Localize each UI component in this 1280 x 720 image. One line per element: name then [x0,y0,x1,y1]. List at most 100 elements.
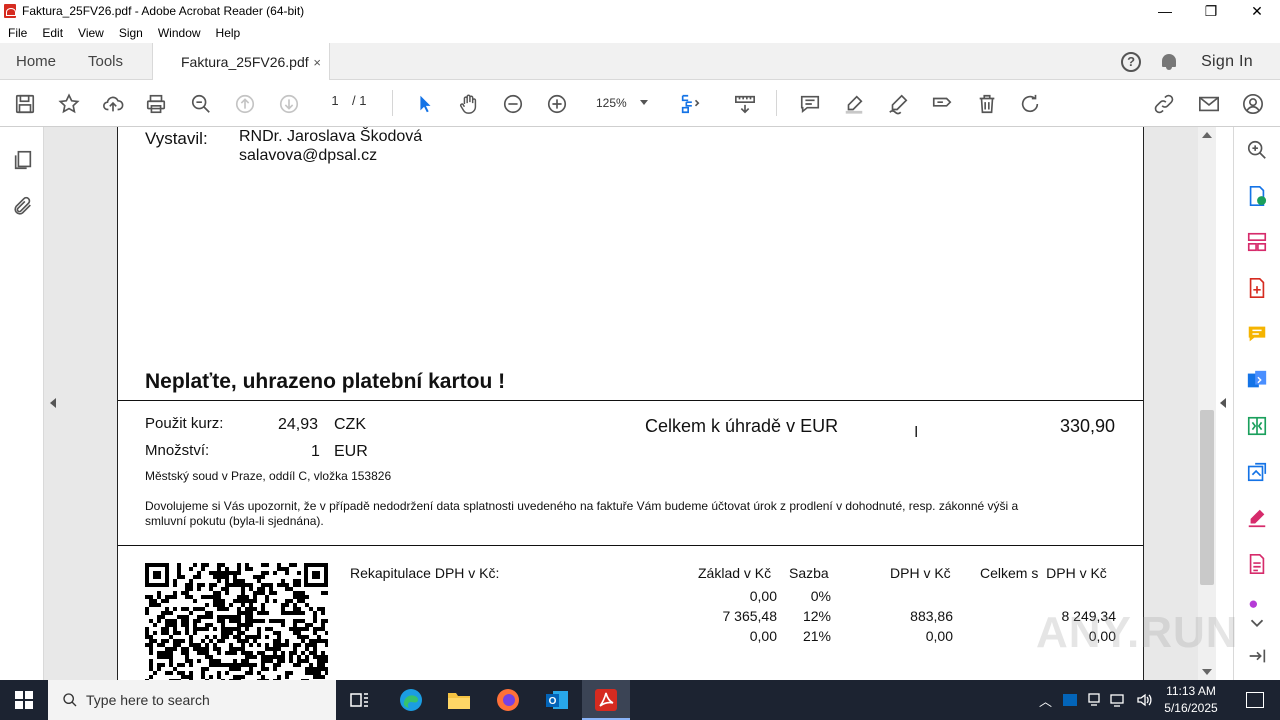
zoom-level-select[interactable]: 125% [590,92,656,114]
vat-row2-vat: 883,86 [910,608,953,624]
toolbar-divider [392,90,393,116]
vat-row2-base: 7 365,48 [722,608,778,624]
share-link-icon[interactable] [1152,92,1176,116]
device-tray-icon[interactable] [1086,692,1102,708]
vat-header-vat: DPH v Kč [890,565,951,581]
tab-document[interactable]: Faktura_25FV26.pdf × [152,43,330,81]
help-icon[interactable]: ? [1121,51,1142,72]
issuer-email: salavova@dpsal.cz [239,147,378,164]
page-number-input[interactable]: 1 [323,93,347,108]
close-window-button[interactable]: ✕ [1234,0,1280,22]
delete-trash-icon[interactable] [975,92,999,116]
file-explorer-icon[interactable] [435,680,483,720]
tab-document-label: Faktura_25FV26.pdf [181,54,309,70]
page-layout-icon[interactable] [678,92,702,116]
toolbar-divider [776,90,777,116]
acrobat-reader-taskbar-icon[interactable] [582,680,630,720]
collapse-left-pane-icon[interactable] [50,398,56,408]
organize-pages-icon[interactable] [1246,231,1268,253]
divider-line [118,545,1143,546]
outlook-app-icon[interactable]: O [533,680,581,720]
chevron-down-icon[interactable] [1246,612,1268,634]
menu-help[interactable]: Help [216,26,241,40]
notification-bell-icon[interactable] [1161,53,1177,71]
comment-icon[interactable] [798,92,822,116]
taskbar-search-box[interactable]: Type here to search [48,680,336,720]
maximize-button[interactable]: ❐ [1188,0,1234,22]
menu-view[interactable]: View [78,26,104,40]
tab-home[interactable]: Home [16,43,56,80]
print-icon[interactable] [144,92,168,116]
zoom-search-icon[interactable] [189,92,213,116]
fill-and-sign-icon[interactable] [1246,507,1268,529]
draw-signature-icon[interactable] [886,92,910,116]
zoom-level-value: 125% [596,96,627,110]
taskbar-clock[interactable]: 11:13 AM 5/16/2025 [1158,683,1224,717]
fill-sign-icon[interactable] [930,92,954,116]
compress-pdf-icon[interactable] [1246,415,1268,437]
upload-cloud-icon[interactable] [101,92,125,116]
export-image-icon[interactable] [1246,461,1268,483]
vat-summary-title: Rekapitulace DPH v Kč: [350,565,500,581]
left-navigation-pane [0,127,44,680]
scrollbar-thumb[interactable] [1200,410,1214,585]
tab-tools[interactable]: Tools [88,43,123,80]
close-tab-icon[interactable]: × [313,55,321,70]
zoom-out-icon[interactable] [501,92,525,116]
right-tools-pane [1233,127,1280,680]
network-icon[interactable] [1110,692,1126,708]
volume-icon[interactable] [1136,692,1152,708]
late-payment-notice-line1: Dovolujeme si Vás upozornit, že v případ… [145,499,1019,513]
windows-logo-icon [15,691,33,709]
email-icon[interactable] [1197,92,1221,116]
sign-in-button[interactable]: Sign In [1201,53,1253,71]
quantity-currency: EUR [334,443,368,460]
export-pdf-icon[interactable] [1246,185,1268,207]
menu-file[interactable]: File [8,26,27,40]
page-thumbnails-icon[interactable] [12,149,32,171]
combine-files-icon[interactable] [1246,369,1268,391]
save-icon[interactable] [13,92,37,116]
rotate-icon[interactable] [1018,92,1042,116]
account-icon[interactable] [1241,92,1265,116]
create-pdf-icon[interactable] [1246,277,1268,299]
highlight-pen-icon[interactable] [842,92,866,116]
edit-pdf-icon[interactable] [1246,553,1268,575]
menu-window[interactable]: Window [158,26,201,40]
title-bar: Faktura_25FV26.pdf - Adobe Acrobat Reade… [0,0,1280,22]
late-payment-notice-line2: smluvní pokutu (byla-li sjednána). [145,514,324,528]
menu-sign[interactable]: Sign [119,26,143,40]
edge-browser-icon[interactable] [387,680,435,720]
select-cursor-icon[interactable] [413,92,437,116]
windows-start-button[interactable] [0,680,48,720]
comment-tool-icon[interactable] [1246,323,1268,345]
firefox-browser-icon[interactable] [484,680,532,720]
zoom-in-icon[interactable] [545,92,569,116]
search-zoom-icon[interactable] [1246,139,1268,161]
show-hidden-icons-chevron-icon[interactable]: ︿ [1039,691,1052,710]
scroll-down-arrow-icon[interactable] [1202,669,1212,675]
collapse-right-pane-icon[interactable] [1220,398,1226,408]
action-center-notification-icon[interactable] [1246,692,1264,708]
exchange-rate-value: 24,93 [278,416,319,433]
text-cursor-ibeam: I [914,424,919,441]
outlook-tray-icon[interactable] [1062,692,1078,708]
total-due-value: 330,90 [1060,416,1116,436]
menu-edit[interactable]: Edit [42,26,63,40]
task-view-icon[interactable] [336,680,384,720]
next-page-icon[interactable] [277,92,301,116]
issuer-name: RNDr. Jaroslava Škodová [239,128,423,145]
hand-tool-icon[interactable] [457,92,481,116]
vertical-scrollbar[interactable] [1198,127,1216,680]
expand-panel-icon[interactable] [1246,645,1268,667]
previous-page-icon[interactable] [233,92,257,116]
scroll-mode-icon[interactable] [733,92,757,116]
minimize-button[interactable]: — [1142,0,1188,22]
quantity-label: Množství: [145,442,210,459]
bookmark-star-icon[interactable] [57,92,81,116]
scroll-up-arrow-icon[interactable] [1202,132,1212,138]
clock-time: 11:13 AM [1166,684,1216,698]
quantity-value: 1 [311,443,320,460]
svg-text:O: O [549,696,557,707]
attachments-paperclip-icon[interactable] [12,195,32,217]
